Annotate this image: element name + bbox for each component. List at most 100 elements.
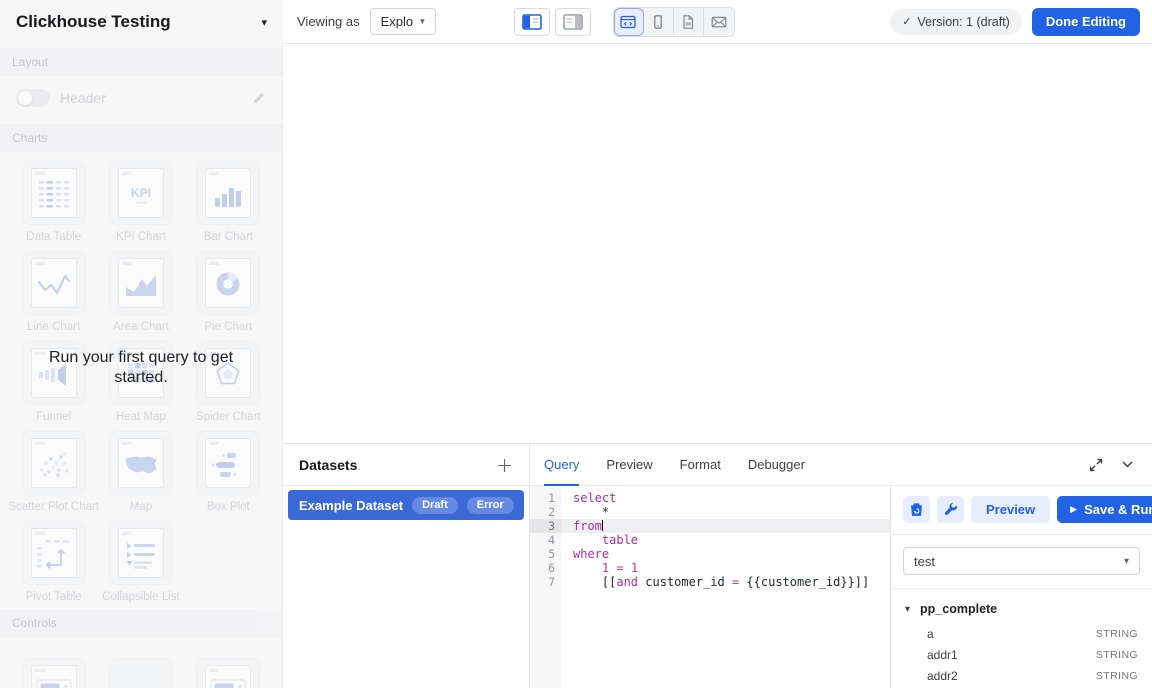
left-panel-toggle-button[interactable]: [514, 8, 550, 36]
schema-table-header[interactable]: ▾ pp_complete: [905, 595, 1138, 623]
caret-down-icon: ▾: [905, 604, 910, 615]
layout-section-label: Layout: [0, 48, 282, 76]
collapsible-list-icon: [118, 528, 164, 578]
format-query-button[interactable]: [937, 496, 964, 523]
pivot-table-icon: [31, 528, 77, 578]
chart-card-pivot-table[interactable]: Pivot Table: [11, 521, 97, 603]
viewing-as-dropdown[interactable]: Explo ▾: [370, 8, 436, 35]
chart-card-label: Funnel: [36, 411, 71, 423]
header-toggle-row: Header: [0, 76, 282, 120]
controls-section-label: Controls: [0, 609, 282, 637]
chart-card-box: [22, 251, 86, 315]
line-number: 3: [530, 519, 562, 533]
title-dropdown-caret-icon[interactable]: ▾: [261, 16, 267, 29]
chart-card-line-chart[interactable]: Line Chart: [11, 251, 97, 333]
expand-panel-button[interactable]: [1089, 458, 1103, 472]
dashboard-title-area[interactable]: Clickhouse Testing ▾: [0, 0, 283, 44]
dataset-list: Example DatasetDraftError: [283, 486, 529, 524]
dropdown-control-glyph: [208, 674, 248, 688]
chevron-down-icon: [1121, 458, 1134, 471]
chart-card-box: [196, 251, 260, 315]
chart-card-box: [109, 251, 173, 315]
chart-card-label: KPI Chart: [116, 231, 166, 243]
kpi-chart-icon: KPI: [118, 168, 164, 218]
kpi-chart-glyph: KPI: [121, 177, 161, 213]
chart-card-box: [109, 521, 173, 585]
header-toggle-label: Header: [60, 90, 106, 106]
add-dataset-button[interactable]: +: [496, 455, 513, 475]
sql-editor[interactable]: 1234567 select *from tablewhere 1 = 1 [[…: [530, 486, 890, 688]
dropdown-control-icon: [205, 665, 251, 688]
checkmark-icon: ✓: [902, 15, 911, 28]
line-number: 4: [530, 533, 562, 547]
panel-window-controls: [1089, 444, 1152, 485]
chart-card-area-chart[interactable]: Area Chart: [98, 251, 184, 333]
chart-card-box: [22, 521, 86, 585]
chart-card-label: Data Table: [26, 231, 81, 243]
control-card[interactable]: [185, 658, 271, 688]
viewing-as-label: Viewing as: [297, 14, 360, 29]
chart-card-box-plot[interactable]: Box Plot: [185, 431, 271, 513]
schema-column-row: addr1STRING: [905, 644, 1138, 665]
chart-card-kpi-chart[interactable]: KPI KPI Chart: [98, 161, 184, 243]
desktop-preview-button[interactable]: [614, 8, 644, 36]
tab-query[interactable]: Query: [544, 444, 579, 486]
page-title: Clickhouse Testing: [16, 12, 171, 32]
control-card[interactable]: [98, 658, 184, 688]
area-chart-icon: [118, 258, 164, 308]
empty-state-message: Run your first query to get started.: [0, 348, 282, 388]
chart-card-map[interactable]: Map: [98, 431, 184, 513]
editor-gutter: 1234567: [530, 486, 562, 688]
query-bottom-panel: Datasets + Example DatasetDraftError Que…: [283, 443, 1152, 688]
query-tab-bar: Query Preview Format Debugger: [530, 444, 1152, 486]
controls-grid: [0, 649, 282, 688]
chart-card-scatter-plot-chart[interactable]: Scatter Plot Chart: [11, 431, 97, 513]
chart-card-label: Pie Chart: [204, 321, 252, 333]
datasets-title: Datasets: [299, 457, 357, 473]
datasource-select[interactable]: test ▾: [903, 547, 1140, 575]
chart-card-label: Heat Map: [116, 411, 166, 423]
column-type: STRING: [1096, 649, 1138, 661]
line-number: 7: [530, 575, 562, 589]
chart-card-box: [22, 431, 86, 495]
chevron-down-icon: ▾: [1124, 556, 1129, 567]
charts-section-label: Charts: [0, 124, 282, 152]
header-toggle-switch[interactable]: [16, 89, 50, 107]
tab-format[interactable]: Format: [680, 444, 721, 486]
dashboard-canvas[interactable]: [283, 44, 1152, 443]
collapse-panel-button[interactable]: [1121, 458, 1134, 471]
preview-query-button[interactable]: Preview: [971, 496, 1050, 523]
control-card[interactable]: [11, 658, 97, 688]
datasets-header: Datasets +: [283, 444, 529, 486]
pdf-preview-button[interactable]: [674, 8, 704, 36]
column-name: addr2: [927, 669, 958, 683]
line-chart-glyph: [34, 267, 74, 303]
chart-card-pie-chart[interactable]: Pie Chart: [185, 251, 271, 333]
editor-code-area[interactable]: select *from tablewhere 1 = 1 [[and cust…: [562, 486, 890, 688]
chart-card-box: [22, 161, 86, 225]
delete-query-button[interactable]: [903, 496, 930, 523]
mobile-preview-button[interactable]: [644, 8, 674, 36]
top-bar: Clickhouse Testing ▾ Viewing as Explo ▾: [0, 0, 1152, 44]
edit-header-button[interactable]: [251, 91, 266, 106]
chart-card-data-table[interactable]: Data Table: [11, 161, 97, 243]
desktop-preview-icon: [620, 15, 636, 29]
area-chart-glyph: [121, 267, 161, 303]
done-editing-button[interactable]: Done Editing: [1032, 8, 1140, 36]
chart-card-bar-chart[interactable]: Bar Chart: [185, 161, 271, 243]
tab-debugger[interactable]: Debugger: [748, 444, 805, 486]
right-panel-toggle-button[interactable]: [555, 8, 591, 36]
dataset-row[interactable]: Example DatasetDraftError: [288, 490, 524, 520]
tab-preview[interactable]: Preview: [606, 444, 652, 486]
column-type: STRING: [1096, 670, 1138, 682]
dataset-name: Example Dataset: [299, 498, 403, 513]
version-badge: ✓ Version: 1 (draft): [890, 9, 1022, 35]
code-line: 1 = 1: [562, 561, 890, 575]
chart-card-label: Line Chart: [27, 321, 80, 333]
chart-card-collapsible-list[interactable]: Collapsible List: [98, 521, 184, 603]
left-panel-icon: [522, 14, 542, 30]
save-and-run-button[interactable]: ▶ Save & Run: [1057, 496, 1152, 523]
pencil-icon: [251, 91, 266, 106]
email-preview-button[interactable]: [704, 8, 734, 36]
query-panel-body: 1234567 select *from tablewhere 1 = 1 [[…: [530, 486, 1152, 688]
